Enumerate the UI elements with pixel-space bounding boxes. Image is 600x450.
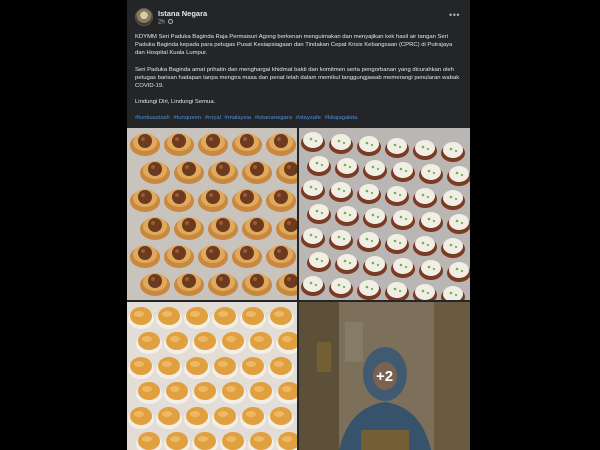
post-time[interactable]: 2h	[158, 20, 165, 26]
globe-icon	[168, 19, 174, 24]
post-card: Istana Negara 2h ••• KDYMM Seri Paduka B…	[127, 0, 470, 450]
photo-grid: +2	[127, 128, 470, 450]
hashtag-link[interactable]: #staysafe	[296, 115, 321, 121]
post-meta: 2h	[158, 19, 174, 26]
photo-portrait[interactable]: +2	[299, 302, 470, 450]
photo-chocolate-cupcakes[interactable]	[127, 128, 297, 300]
post-paragraph: Lindungi Diri, Lindungi Semua.	[135, 99, 216, 106]
hashtag-link[interactable]: #istananegara	[255, 115, 292, 121]
post-paragraph: Seri Paduka Baginda amat prihatin dan me…	[135, 66, 460, 90]
hashtag-link[interactable]: #royal	[205, 115, 221, 121]
post-paragraph: KDYMM Seri Paduka Baginda Raja Permaisur…	[135, 34, 453, 57]
more-photos-count[interactable]: +2	[299, 302, 470, 450]
post-text: KDYMM Seri Paduka Baginda Raja Permaisur…	[135, 33, 462, 131]
post-header: Istana Negara 2h •••	[127, 0, 470, 30]
more-options-icon[interactable]: •••	[449, 10, 460, 20]
hashtag-list: #tunkuazizah #tunqueen #royal #malaysia …	[135, 114, 462, 122]
hashtag-link[interactable]: #tunkuazizah	[135, 115, 170, 121]
page-name[interactable]: Istana Negara	[158, 9, 207, 18]
hashtag-link[interactable]: #tunqueen	[173, 115, 201, 121]
photo-muffins[interactable]	[127, 302, 297, 450]
hashtag-link[interactable]: #kitajagakita	[325, 115, 358, 121]
photo-cream-cupcakes[interactable]	[299, 128, 470, 300]
hashtag-link[interactable]: #malaysia	[225, 115, 252, 121]
page-avatar[interactable]	[135, 8, 153, 26]
